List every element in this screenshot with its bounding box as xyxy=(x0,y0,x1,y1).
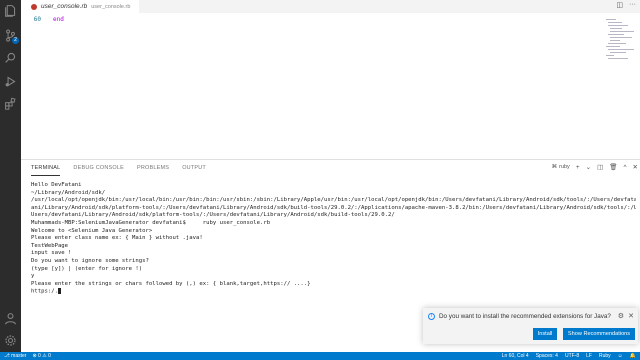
source-control-icon[interactable]: 2 xyxy=(3,28,19,44)
notifications-bell-icon[interactable]: 🔔 xyxy=(630,352,636,360)
editor-tab-user-console[interactable]: user_console.rb user_console.rb xyxy=(21,0,139,13)
notification-gear-icon[interactable]: ⚙ xyxy=(618,312,624,320)
terminal-line: Do you want to ignore some strings? xyxy=(31,257,149,264)
show-recommendations-button[interactable]: Show Recommendations xyxy=(563,328,635,340)
terminal-line: /usr/local/opt/openjdk/bin:/usr/local/bi… xyxy=(31,197,636,204)
tab-description: user_console.rb xyxy=(91,3,131,10)
terminal-name: ruby xyxy=(559,164,570,170)
branch-name: master xyxy=(11,353,27,359)
search-icon[interactable] xyxy=(3,50,18,65)
source-control-badge: 2 xyxy=(12,37,19,44)
terminal-line: Welcome to <Selenium Java Generator> xyxy=(31,227,153,234)
warning-count: 0 xyxy=(48,353,51,359)
minimap[interactable] xyxy=(602,13,640,73)
terminal-select[interactable]: ⌘ ruby xyxy=(552,164,570,170)
extension-recommendation-toast: i Do you want to install the recommended… xyxy=(423,308,638,344)
editor-tab-bar: user_console.rb user_console.rb ◫ ··· xyxy=(21,0,640,13)
terminal-input[interactable]: https:/. xyxy=(31,289,58,295)
terminal-line: ani/Library/Android/sdk/platform-tools/:… xyxy=(31,204,636,211)
terminal-line: Please enter the strings or chars follow… xyxy=(31,280,311,287)
end-of-line[interactable]: LF xyxy=(586,352,592,360)
terminal-line: (type [y]) | (enter for ignore !) xyxy=(31,265,143,272)
install-button[interactable]: Install xyxy=(533,328,557,340)
terminal-line: Hello DevFatani xyxy=(31,182,82,188)
feedback-icon[interactable]: ☺ xyxy=(618,352,623,360)
terminal-line: TestWebPage xyxy=(31,242,69,249)
status-bar: ⎇ master ⊗ 0 ⚠ 0 Ln 60, Col 4 Spaces: 4 … xyxy=(0,352,640,360)
terminal-icon: ⌘ xyxy=(551,164,558,170)
code-text: end xyxy=(53,16,64,23)
manage-gear-icon[interactable] xyxy=(3,333,18,348)
terminal-line: Muhammads-MBP:SeleniumJavaGenerator devf… xyxy=(31,219,271,226)
terminal-line: Please enter class name ex: { Main } wit… xyxy=(31,235,203,242)
notification-message: Do you want to install the recommended e… xyxy=(439,313,611,320)
notification-close-icon[interactable]: ✕ xyxy=(628,312,634,320)
new-terminal-icon[interactable]: + xyxy=(576,164,580,171)
ruby-file-icon xyxy=(31,3,37,10)
cursor-position[interactable]: Ln 60, Col 4 xyxy=(502,352,529,360)
account-icon[interactable] xyxy=(3,311,18,326)
maximize-panel-icon[interactable]: ^ xyxy=(623,164,626,171)
more-actions-icon[interactable]: ··· xyxy=(629,1,636,9)
terminal-prompt-line[interactable]: https:/. xyxy=(31,288,636,296)
run-debug-icon[interactable] xyxy=(3,74,18,89)
terminal-line: y xyxy=(31,273,35,280)
encoding[interactable]: UTF-8 xyxy=(565,352,579,360)
code-line: 60 end xyxy=(21,16,64,23)
split-editor-icon[interactable]: ◫ xyxy=(616,1,623,9)
code-editor[interactable]: 60 end xyxy=(21,13,640,159)
tab-terminal[interactable]: TERMINAL xyxy=(31,160,61,176)
line-number: 60 xyxy=(33,16,41,23)
tab-output[interactable]: OUTPUT xyxy=(182,160,206,176)
close-panel-icon[interactable]: ✕ xyxy=(633,163,638,171)
terminal-line: input save ! xyxy=(31,250,72,257)
activity-bar: 2 xyxy=(0,0,21,352)
explorer-icon[interactable] xyxy=(3,3,18,18)
indentation[interactable]: Spaces: 4 xyxy=(536,352,558,360)
kill-terminal-icon[interactable]: 🗑 xyxy=(609,163,617,171)
tab-title: user_console.rb xyxy=(41,3,88,10)
split-terminal-icon[interactable]: ◫ xyxy=(597,163,603,171)
info-icon: i xyxy=(428,313,435,320)
terminal-cursor xyxy=(57,288,61,295)
tab-problems[interactable]: PROBLEMS xyxy=(137,160,169,176)
extensions-icon[interactable] xyxy=(3,96,18,111)
tab-debug-console[interactable]: DEBUG CONSOLE xyxy=(73,160,124,176)
error-count: 0 xyxy=(38,353,41,359)
terminal-output[interactable]: Hello DevFatani ~/Library/Android/sdk//us… xyxy=(31,182,636,296)
terminal-line: Users/devfatani/Library/Android/sdk/plat… xyxy=(31,212,395,219)
language-mode[interactable]: Ruby xyxy=(599,352,611,360)
terminal-dropdown-icon[interactable]: ⌄ xyxy=(586,163,591,171)
branch-item[interactable]: ⎇ master xyxy=(4,352,26,360)
problems-item[interactable]: ⊗ 0 ⚠ 0 xyxy=(32,352,50,360)
panel-tabs: TERMINAL DEBUG CONSOLE PROBLEMS OUTPUT xyxy=(21,160,640,176)
terminal-line: ~/Library/Android/sdk/ xyxy=(31,189,106,196)
